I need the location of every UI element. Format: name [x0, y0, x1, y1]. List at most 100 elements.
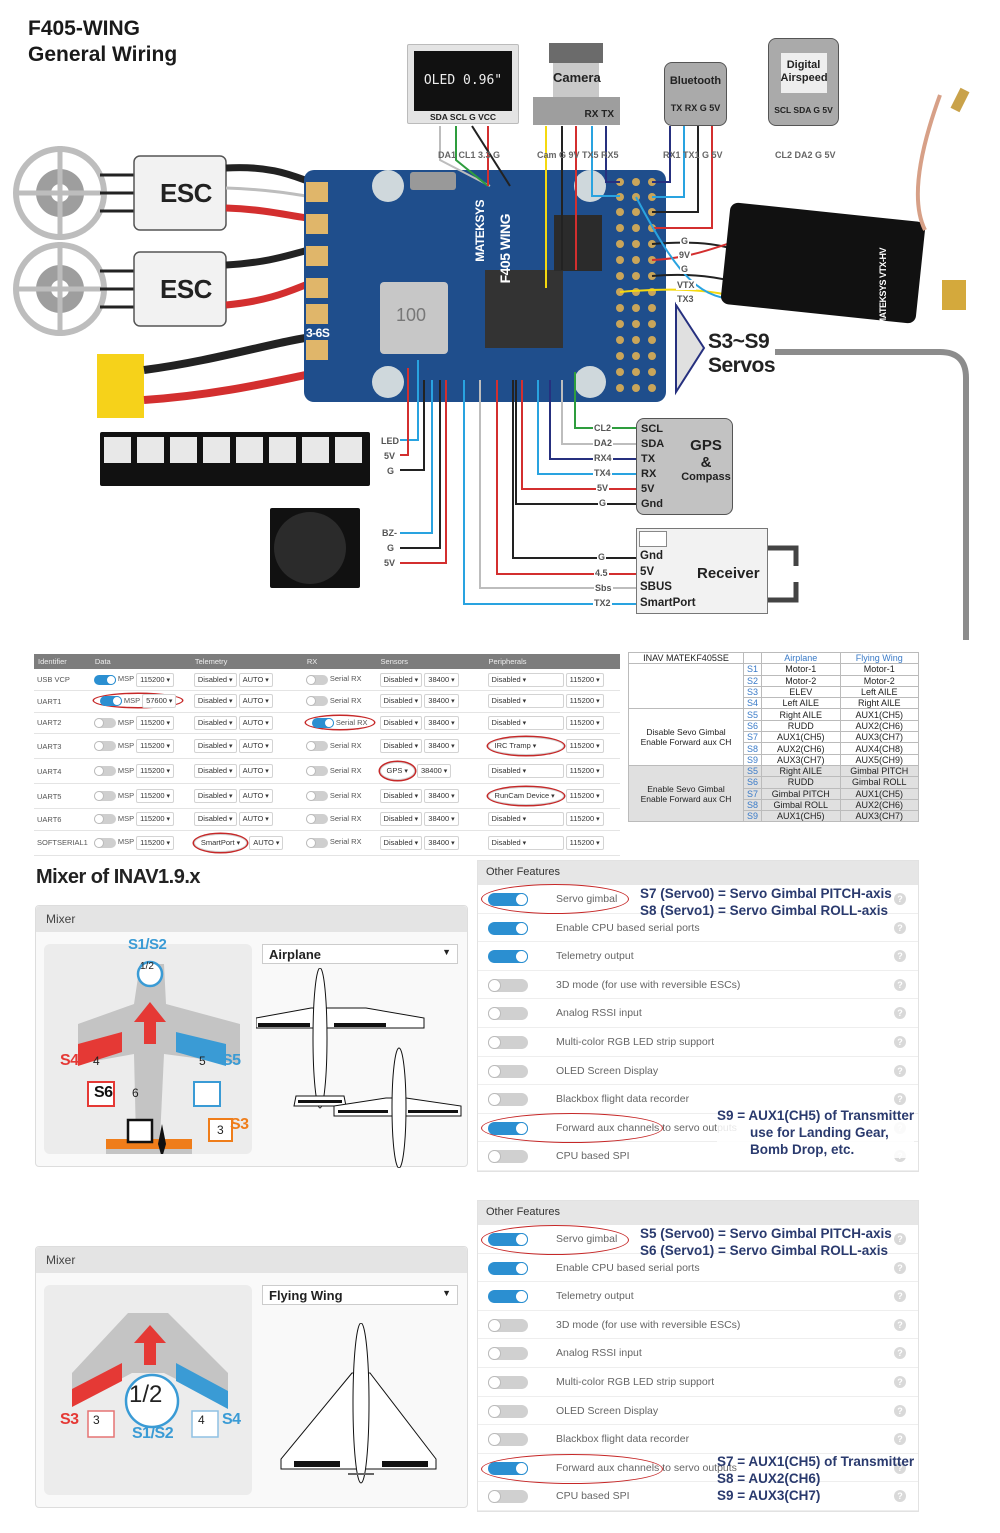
msp-baud-select[interactable]: 115200	[136, 715, 175, 730]
help-icon[interactable]: ?	[894, 1064, 906, 1077]
sensor-select[interactable]: Disabled	[379, 672, 423, 687]
msp-baud-select[interactable]: 115200	[136, 835, 175, 850]
telemetry-baud-select[interactable]: AUTO	[238, 812, 273, 827]
serial-rx-toggle[interactable]	[305, 814, 328, 825]
serial-rx-toggle[interactable]	[305, 696, 328, 707]
sensor-select[interactable]: Disabled	[379, 835, 423, 850]
feature-toggle[interactable]	[488, 1093, 528, 1107]
telemetry-select[interactable]: SmartPort	[193, 833, 248, 852]
help-icon[interactable]: ?	[894, 893, 906, 905]
serial-rx-toggle[interactable]	[305, 766, 328, 776]
sensor-select[interactable]: Disabled	[379, 715, 423, 730]
mixer-type-select[interactable]: Flying Wing ▼	[262, 1285, 458, 1305]
msp-baud-select[interactable]: 115200	[136, 672, 175, 687]
help-icon[interactable]: ?	[894, 1035, 906, 1048]
msp-baud-select[interactable]: 115200	[136, 789, 175, 803]
peripheral-select[interactable]: Disabled	[487, 694, 564, 709]
sensor-select[interactable]: Disabled	[379, 694, 423, 709]
feature-toggle[interactable]	[488, 1064, 528, 1078]
peripheral-baud-select[interactable]: 115200	[565, 835, 604, 850]
msp-baud-select[interactable]: 115200	[136, 764, 175, 778]
telemetry-select[interactable]: Disabled	[193, 764, 237, 778]
help-icon[interactable]: ?	[894, 1404, 906, 1417]
sensor-baud-select[interactable]: 38400	[424, 789, 459, 803]
sensor-select[interactable]: Disabled	[379, 812, 423, 827]
telemetry-select[interactable]: Disabled	[193, 672, 237, 687]
msp-baud-select[interactable]: 115200	[136, 812, 175, 827]
msp-toggle[interactable]	[93, 766, 116, 776]
peripheral-baud-select[interactable]: 115200	[565, 764, 604, 778]
sensor-baud-select[interactable]: 38400	[416, 764, 452, 778]
sensor-select[interactable]: Disabled	[379, 789, 423, 803]
telemetry-select[interactable]: Disabled	[193, 789, 237, 803]
peripheral-baud-select[interactable]: 115200	[565, 672, 604, 687]
help-icon[interactable]: ?	[894, 978, 906, 991]
telemetry-baud-select[interactable]: AUTO	[238, 672, 273, 687]
help-icon[interactable]: ?	[894, 1093, 906, 1106]
help-icon[interactable]: ?	[894, 1233, 906, 1245]
msp-toggle[interactable]	[93, 717, 116, 728]
peripheral-select[interactable]: Disabled	[487, 715, 564, 730]
feature-toggle[interactable]	[488, 1035, 528, 1049]
telemetry-baud-select[interactable]: AUTO	[238, 789, 273, 803]
telemetry-select[interactable]: Disabled	[193, 739, 237, 753]
peripheral-select[interactable]: Disabled	[487, 672, 564, 687]
peripheral-select[interactable]: RunCam Device	[487, 787, 564, 805]
sensor-baud-select[interactable]: 38400	[424, 812, 459, 827]
feature-toggle[interactable]	[488, 1150, 528, 1164]
sensor-baud-select[interactable]: 38400	[424, 835, 459, 850]
feature-toggle[interactable]	[488, 1318, 528, 1332]
peripheral-select[interactable]: Disabled	[487, 812, 564, 827]
serial-rx-toggle[interactable]	[311, 717, 334, 728]
feature-toggle[interactable]	[488, 1347, 528, 1361]
msp-toggle[interactable]	[93, 837, 116, 848]
peripheral-baud-select[interactable]: 115200	[565, 812, 604, 827]
msp-toggle[interactable]	[93, 814, 116, 825]
telemetry-baud-select[interactable]: AUTO	[238, 764, 273, 778]
peripheral-select[interactable]: IRC Tramp	[487, 737, 564, 755]
feature-toggle[interactable]	[488, 1261, 528, 1275]
help-icon[interactable]: ?	[894, 1290, 906, 1303]
msp-toggle[interactable]	[93, 741, 116, 751]
feature-toggle[interactable]	[488, 1290, 528, 1304]
feature-toggle[interactable]	[488, 1433, 528, 1447]
help-icon[interactable]: ?	[894, 1007, 906, 1020]
mixer-type-select[interactable]: Airplane ▼	[262, 944, 458, 964]
serial-rx-toggle[interactable]	[305, 837, 328, 848]
feature-toggle[interactable]	[488, 978, 528, 992]
sensor-select[interactable]: Disabled	[379, 739, 423, 753]
feature-toggle[interactable]	[488, 1007, 528, 1021]
serial-rx-toggle[interactable]	[305, 674, 328, 685]
peripheral-baud-select[interactable]: 115200	[565, 739, 604, 753]
help-icon[interactable]: ?	[894, 921, 906, 934]
telemetry-select[interactable]: Disabled	[193, 715, 237, 730]
peripheral-select[interactable]: Disabled	[487, 764, 564, 778]
feature-toggle[interactable]	[488, 921, 528, 935]
sensor-baud-select[interactable]: 38400	[424, 672, 459, 687]
help-icon[interactable]: ?	[894, 1433, 906, 1446]
peripheral-baud-select[interactable]: 115200	[565, 789, 604, 803]
help-icon[interactable]: ?	[894, 1347, 906, 1360]
help-icon[interactable]: ?	[894, 1375, 906, 1388]
sensor-baud-select[interactable]: 38400	[424, 715, 459, 730]
feature-toggle[interactable]	[488, 1404, 528, 1418]
help-icon[interactable]: ?	[894, 950, 906, 963]
peripheral-baud-select[interactable]: 115200	[565, 694, 604, 709]
feature-toggle[interactable]	[488, 1375, 528, 1389]
telemetry-baud-select[interactable]: AUTO	[238, 694, 273, 709]
sensor-select[interactable]: GPS	[379, 762, 415, 780]
help-icon[interactable]: ?	[894, 1261, 906, 1274]
sensor-baud-select[interactable]: 38400	[424, 739, 459, 753]
msp-toggle[interactable]	[93, 674, 116, 685]
telemetry-select[interactable]: Disabled	[193, 812, 237, 827]
serial-rx-toggle[interactable]	[305, 741, 328, 751]
telemetry-select[interactable]: Disabled	[193, 694, 237, 709]
telemetry-baud-select[interactable]: AUTO	[238, 715, 273, 730]
peripheral-select[interactable]: Disabled	[487, 835, 564, 850]
telemetry-baud-select[interactable]: AUTO	[238, 739, 273, 753]
help-icon[interactable]: ?	[894, 1318, 906, 1331]
peripheral-baud-select[interactable]: 115200	[565, 715, 604, 730]
feature-toggle[interactable]	[488, 950, 528, 964]
telemetry-baud-select[interactable]: AUTO	[249, 835, 284, 850]
msp-toggle[interactable]	[93, 791, 116, 801]
